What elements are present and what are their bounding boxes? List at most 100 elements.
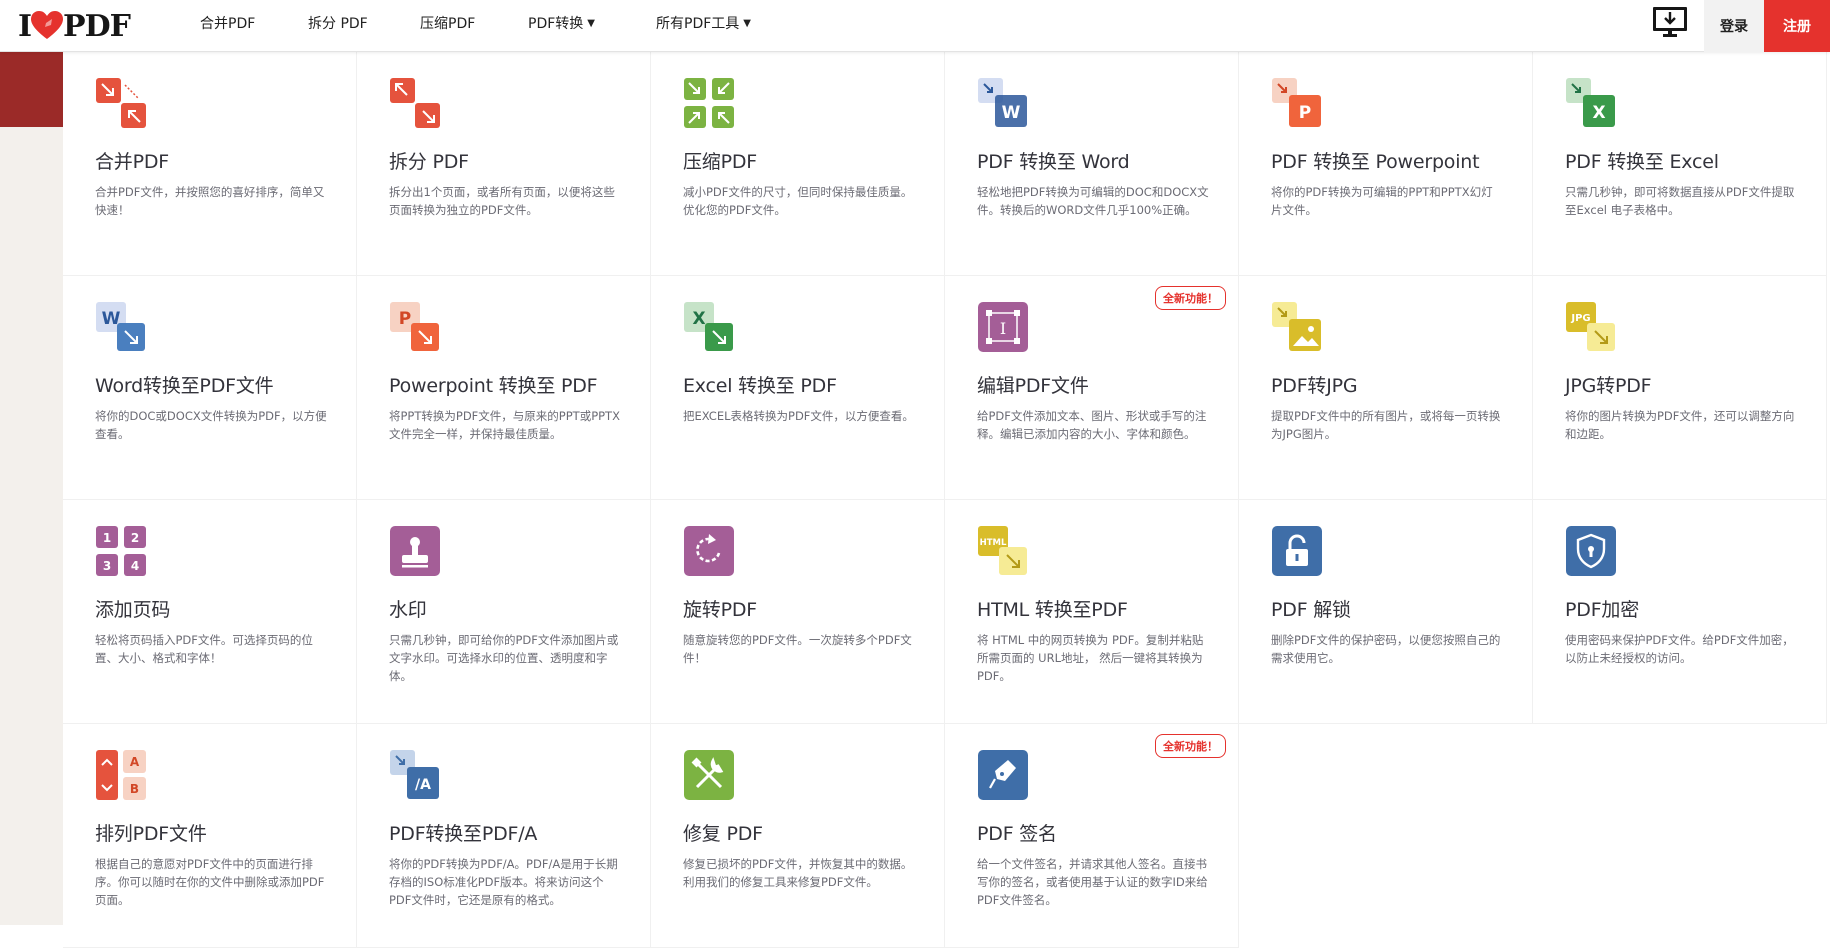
powerpoint-to-pdf-icon: P (389, 301, 441, 353)
tool-title: 压缩PDF (683, 151, 758, 173)
tool-card-split-pdf[interactable]: 拆分 PDF 拆分出1个页面，或者所有页面，以便将这些页面转换为独立的PDF文件… (357, 52, 651, 276)
tool-description: 只需几秒钟，即可给你的PDF文件添加图片或文字水印。可选择水印的位置、透明度和字… (389, 633, 619, 683)
pdf-to-pdfa-icon: /A (389, 749, 441, 801)
tool-card-compress-pdf[interactable]: 压缩PDF 减小PDF文件的尺寸，但同时保持最佳质量。优化您的PDF文件。 (651, 52, 945, 276)
desktop-app-button[interactable] (1650, 4, 1690, 42)
svg-text:/A: /A (415, 777, 431, 793)
tool-description: 将你的PDF转换为PDF/A。PDF/A是用于长期存档的ISO标准化PDF版本。… (389, 857, 618, 907)
tool-title: Word转换至PDF文件 (95, 375, 274, 397)
tool-description: 修复已损坏的PDF文件，并恢复其中的数据。利用我们的修复工具来修复PDF文件。 (683, 857, 913, 889)
tool-card-word-to-pdf[interactable]: W Word转换至PDF文件 将你的DOC或DOCX文件转换为PDF，以方便查看… (63, 276, 357, 500)
svg-text:I: I (1000, 319, 1006, 338)
tool-card-merge-pdf[interactable]: 合并PDF 合并PDF文件，并按照您的喜好排序，简单又快速！ (63, 52, 357, 276)
login-button[interactable]: 登录 (1704, 0, 1764, 52)
tool-description: 将你的图片转换为PDF文件，还可以调整方向和边距。 (1565, 409, 1795, 441)
watermark-icon (389, 525, 441, 577)
tool-card-unlock-pdf[interactable]: PDF 解锁 删除PDF文件的保护密码，以便您按照自己的需求使用它。 (1239, 500, 1533, 724)
rotate-icon (683, 525, 735, 577)
nav-compress-pdf[interactable]: 压缩PDF (420, 13, 528, 33)
heart-icon (31, 11, 64, 39)
tool-card-pdf-to-word[interactable]: W PDF 转换至 Word 轻松地把PDF转换为可编辑的DOC和DOCX文件。… (945, 52, 1239, 276)
svg-text:JPG: JPG (1570, 313, 1590, 324)
tool-card-page-numbers[interactable]: 1 2 3 4 添加页码 轻松将页码插入PDF文件。可选择页码的位置、大小、格式和字体… (63, 500, 357, 724)
tool-description: 提取PDF文件中的所有图片，或将每一页转换为JPG图片。 (1271, 409, 1501, 441)
tool-card-pdf-to-powerpoint[interactable]: P PDF 转换至 Powerpoint 将你的PDF转换为可编辑的PPT和PP… (1239, 52, 1533, 276)
nav-pdf-convert-dropdown[interactable]: PDF转换 ▼ (528, 13, 656, 33)
tool-card-sign-pdf[interactable]: 全新功能！ PDF 签名 给一个文件签名，并请求其他人签名。直接书写你的签名，或… (945, 724, 1239, 948)
tool-title: 旋转PDF (683, 599, 758, 621)
ilovepdf-logo[interactable]: I PDF (18, 6, 131, 46)
excel-to-pdf-icon: X (683, 301, 735, 353)
tool-title: PDF 转换至 Powerpoint (1271, 151, 1480, 173)
tool-description: 根据自己的意愿对PDF文件中的页面进行排序。你可以随时在你的文件中删除或添加PD… (95, 857, 325, 907)
desktop-download-icon (1653, 7, 1687, 37)
tool-description: 减小PDF文件的尺寸，但同时保持最佳质量。优化您的PDF文件。 (683, 185, 913, 217)
tool-title: 拆分 PDF (389, 151, 469, 173)
nav-label: 合并PDF (200, 16, 256, 32)
page-numbers-icon: 1 2 3 4 (95, 525, 147, 577)
tool-title: 编辑PDF文件 (977, 375, 1089, 397)
svg-text:X: X (692, 309, 705, 329)
tool-description: 轻松地把PDF转换为可编辑的DOC和DOCX文件。转换后的WORD文件几乎100… (977, 185, 1209, 217)
tool-card-edit-pdf[interactable]: 全新功能！ I 编辑PDF文件 给PDF文件添加文本、图片、形状或手写的注释。编… (945, 276, 1239, 500)
tool-card-powerpoint-to-pdf[interactable]: P Powerpoint 转换至 PDF 将PPT转换为PDF文件，与原来的PP… (357, 276, 651, 500)
left-side-panel (0, 52, 63, 925)
svg-text:P: P (399, 309, 411, 329)
compress-icon (683, 77, 735, 129)
tool-card-html-to-pdf[interactable]: HTML HTML 转换至PDF 将 HTML 中的网页转换为 PDF。复制并粘… (945, 500, 1239, 724)
tool-card-repair-pdf[interactable]: 修复 PDF 修复已损坏的PDF文件，并恢复其中的数据。利用我们的修复工具来修复… (651, 724, 945, 948)
tool-card-rotate-pdf[interactable]: 旋转PDF 随意旋转您的PDF文件。一次旋转多个PDF文件！ (651, 500, 945, 724)
unlock-icon (1271, 525, 1323, 577)
tool-card-protect-pdf[interactable]: PDF加密 使用密码来保护PDF文件。给PDF文件加密，以防止未经授权的访问。 (1533, 500, 1827, 724)
nav-label: 压缩PDF (420, 16, 476, 32)
protect-icon (1565, 525, 1617, 577)
svg-text:HTML: HTML (980, 538, 1007, 548)
svg-text:A: A (130, 755, 140, 769)
caret-down-icon: ▼ (587, 17, 595, 29)
tool-description: 轻松将页码插入PDF文件。可选择页码的位置、大小、格式和字体！ (95, 633, 313, 665)
register-button[interactable]: 注册 (1764, 0, 1830, 52)
svg-text:W: W (1002, 103, 1021, 123)
left-side-accent (0, 52, 63, 127)
tool-title: 合并PDF (95, 151, 170, 173)
tool-description: 将你的DOC或DOCX文件转换为PDF，以方便查看。 (95, 409, 327, 441)
tool-title: PDF加密 (1565, 599, 1640, 621)
nav-all-tools-dropdown[interactable]: 所有PDF工具 ▼ (656, 13, 786, 33)
svg-text:4: 4 (131, 559, 139, 573)
tool-card-pdf-to-jpg[interactable]: PDF转JPG 提取PDF文件中的所有图片，或将每一页转换为JPG图片。 (1239, 276, 1533, 500)
pdf-to-excel-icon: X (1565, 77, 1617, 129)
tool-description: 使用密码来保护PDF文件。给PDF文件加密，以防止未经授权的访问。 (1565, 633, 1794, 665)
tool-description: 将你的PDF转换为可编辑的PPT和PPTX幻灯片文件。 (1271, 185, 1493, 217)
nav-label: 拆分 PDF (308, 16, 368, 32)
tool-card-excel-to-pdf[interactable]: X Excel 转换至 PDF 把EXCEL表格转换为PDF文件，以方便查看。 (651, 276, 945, 500)
tool-description: 把EXCEL表格转换为PDF文件，以方便查看。 (683, 409, 914, 423)
tool-description: 将 HTML 中的网页转换为 PDF。复制并粘贴所需页面的 URL地址， 然后一… (977, 633, 1204, 683)
tool-title: JPG转PDF (1565, 375, 1652, 397)
pdf-to-word-icon: W (977, 77, 1029, 129)
tool-card-pdf-to-excel[interactable]: X PDF 转换至 Excel 只需几秒钟，即可将数据直接从PDF文件提取至Ex… (1533, 52, 1827, 276)
tool-card-organize-pdf[interactable]: AB 排列PDF文件 根据自己的意愿对PDF文件中的页面进行排序。你可以随时在你… (63, 724, 357, 948)
tool-title: Excel 转换至 PDF (683, 375, 837, 397)
svg-text:B: B (130, 782, 139, 796)
tool-card-jpg-to-pdf[interactable]: JPG JPG转PDF 将你的图片转换为PDF文件，还可以调整方向和边距。 (1533, 276, 1827, 500)
top-navigation-bar: I PDF 合并PDF 拆分 PDF 压缩PDF PDF转换 ▼ 所有PDF工具 ▼… (0, 0, 1830, 52)
word-to-pdf-icon: W (95, 301, 147, 353)
nav-merge-pdf[interactable]: 合并PDF (200, 13, 308, 33)
tool-description: 给一个文件签名，并请求其他人签名。直接书写你的签名，或者使用基于认证的数字ID来… (977, 857, 1208, 907)
tool-card-pdf-to-pdfa[interactable]: /A PDF转换至PDF/A 将你的PDF转换为PDF/A。PDF/A是用于长期… (357, 724, 651, 948)
tools-grid: 合并PDF 合并PDF文件，并按照您的喜好排序，简单又快速！ 拆分 PDF 拆分… (63, 52, 1830, 948)
svg-text:P: P (1299, 103, 1311, 123)
tool-description: 将PPT转换为PDF文件，与原来的PPT或PPTX文件完全一样，并保持最佳质量。 (389, 409, 620, 441)
svg-text:3: 3 (103, 559, 111, 573)
svg-text:1: 1 (103, 531, 111, 545)
tool-card-watermark[interactable]: 水印 只需几秒钟，即可给你的PDF文件添加图片或文字水印。可选择水印的位置、透明… (357, 500, 651, 724)
tool-description: 只需几秒钟，即可将数据直接从PDF文件提取至Excel 电子表格中。 (1565, 185, 1795, 217)
new-feature-badge: 全新功能！ (1155, 286, 1226, 310)
new-feature-badge: 全新功能！ (1155, 734, 1226, 758)
repair-icon (683, 749, 735, 801)
tool-description: 合并PDF文件，并按照您的喜好排序，简单又快速！ (95, 185, 325, 217)
split-icon (389, 77, 441, 129)
svg-text:2: 2 (131, 531, 139, 545)
nav-label: PDF转换 (528, 16, 584, 32)
nav-split-pdf[interactable]: 拆分 PDF (308, 13, 420, 33)
